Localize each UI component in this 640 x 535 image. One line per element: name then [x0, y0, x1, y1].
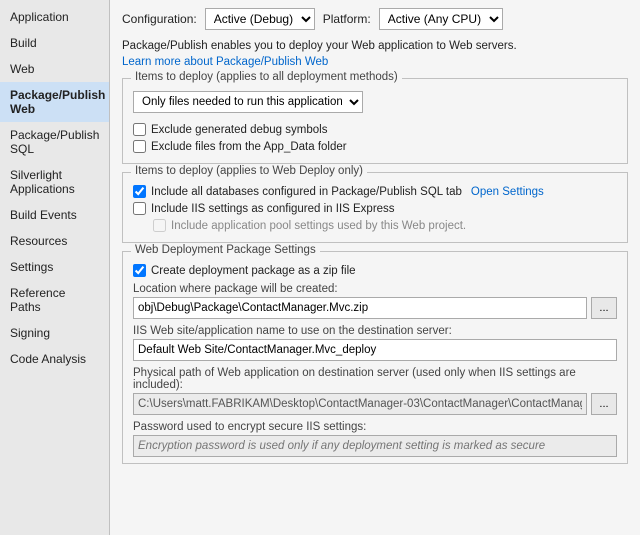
exclude-debug-checkbox[interactable]	[133, 123, 146, 136]
webdeploy-group: Items to deploy (applies to Web Deploy o…	[122, 172, 628, 243]
sidebar-item-reference-paths[interactable]: Reference Paths	[0, 280, 109, 320]
learn-more-link[interactable]: Learn more about Package/Publish Web	[122, 56, 328, 68]
sidebar-item-package-publish-sql[interactable]: Package/Publish SQL	[0, 122, 109, 162]
include-iis-label: Include IIS settings as configured in II…	[151, 203, 395, 215]
sidebar-item-build[interactable]: Build	[0, 30, 109, 56]
package-settings-group: Web Deployment Package Settings Create d…	[122, 251, 628, 464]
include-db-label: Include all databases configured in Pack…	[151, 186, 462, 198]
location-input[interactable]	[133, 297, 587, 319]
sidebar-item-application[interactable]: Application	[0, 4, 109, 30]
zip-label: Create deployment package as a zip file	[151, 265, 356, 277]
zip-checkbox[interactable]	[133, 264, 146, 277]
exclude-debug-label: Exclude generated debug symbols	[151, 124, 327, 136]
physical-path-browse-button[interactable]: ...	[591, 393, 617, 415]
sidebar-item-resources[interactable]: Resources	[0, 228, 109, 254]
physical-path-row: ...	[133, 393, 617, 415]
platform-select[interactable]: Active (Any CPU)	[379, 8, 503, 30]
include-db-checkbox[interactable]	[133, 185, 146, 198]
deploy-all-group: Items to deploy (applies to all deployme…	[122, 78, 628, 164]
include-iis-row: Include IIS settings as configured in II…	[133, 202, 617, 215]
configuration-select[interactable]: Active (Debug)	[205, 8, 315, 30]
platform-label: Platform:	[323, 12, 371, 26]
physical-path-label: Physical path of Web application on dest…	[133, 367, 617, 391]
main-panel: Configuration: Active (Debug) Platform: …	[110, 0, 640, 535]
include-iis-checkbox[interactable]	[133, 202, 146, 215]
sidebar-item-signing[interactable]: Signing	[0, 320, 109, 346]
include-db-row: Include all databases configured in Pack…	[133, 185, 617, 198]
sidebar: Application Build Web Package/Publish We…	[0, 0, 110, 535]
include-pool-checkbox[interactable]	[153, 219, 166, 232]
physical-path-input[interactable]	[133, 393, 587, 415]
sidebar-item-package-publish-web[interactable]: Package/Publish Web	[0, 82, 109, 122]
include-pool-row: Include application pool settings used b…	[133, 219, 617, 232]
iis-site-row	[133, 339, 617, 361]
config-row: Configuration: Active (Debug) Platform: …	[122, 8, 628, 30]
description-text: Package/Publish enables you to deploy yo…	[122, 40, 628, 52]
exclude-debug-row: Exclude generated debug symbols	[133, 123, 617, 136]
password-label: Password used to encrypt secure IIS sett…	[133, 421, 617, 433]
sidebar-item-settings[interactable]: Settings	[0, 254, 109, 280]
sidebar-item-code-analysis[interactable]: Code Analysis	[0, 346, 109, 372]
sidebar-item-web[interactable]: Web	[0, 56, 109, 82]
exclude-app-data-label: Exclude files from the App_Data folder	[151, 141, 347, 153]
password-row	[133, 435, 617, 457]
deploy-dropdown[interactable]: Only files needed to run this applicatio…	[133, 91, 363, 113]
exclude-app-data-row: Exclude files from the App_Data folder	[133, 140, 617, 153]
location-label: Location where package will be created:	[133, 283, 617, 295]
location-row: ...	[133, 297, 617, 319]
configuration-label: Configuration:	[122, 12, 197, 26]
zip-checkbox-row: Create deployment package as a zip file	[133, 264, 617, 277]
iis-site-label: IIS Web site/application name to use on …	[133, 325, 617, 337]
sidebar-item-build-events[interactable]: Build Events	[0, 202, 109, 228]
open-settings-link[interactable]: Open Settings	[471, 186, 544, 198]
location-browse-button[interactable]: ...	[591, 297, 617, 319]
webdeploy-title: Items to deploy (applies to Web Deploy o…	[131, 165, 367, 177]
password-input[interactable]	[133, 435, 617, 457]
include-pool-label: Include application pool settings used b…	[171, 220, 466, 232]
package-settings-title: Web Deployment Package Settings	[131, 244, 320, 256]
exclude-app-data-checkbox[interactable]	[133, 140, 146, 153]
sidebar-item-silverlight[interactable]: Silverlight Applications	[0, 162, 109, 202]
iis-site-input[interactable]	[133, 339, 617, 361]
deploy-all-title: Items to deploy (applies to all deployme…	[131, 71, 402, 83]
